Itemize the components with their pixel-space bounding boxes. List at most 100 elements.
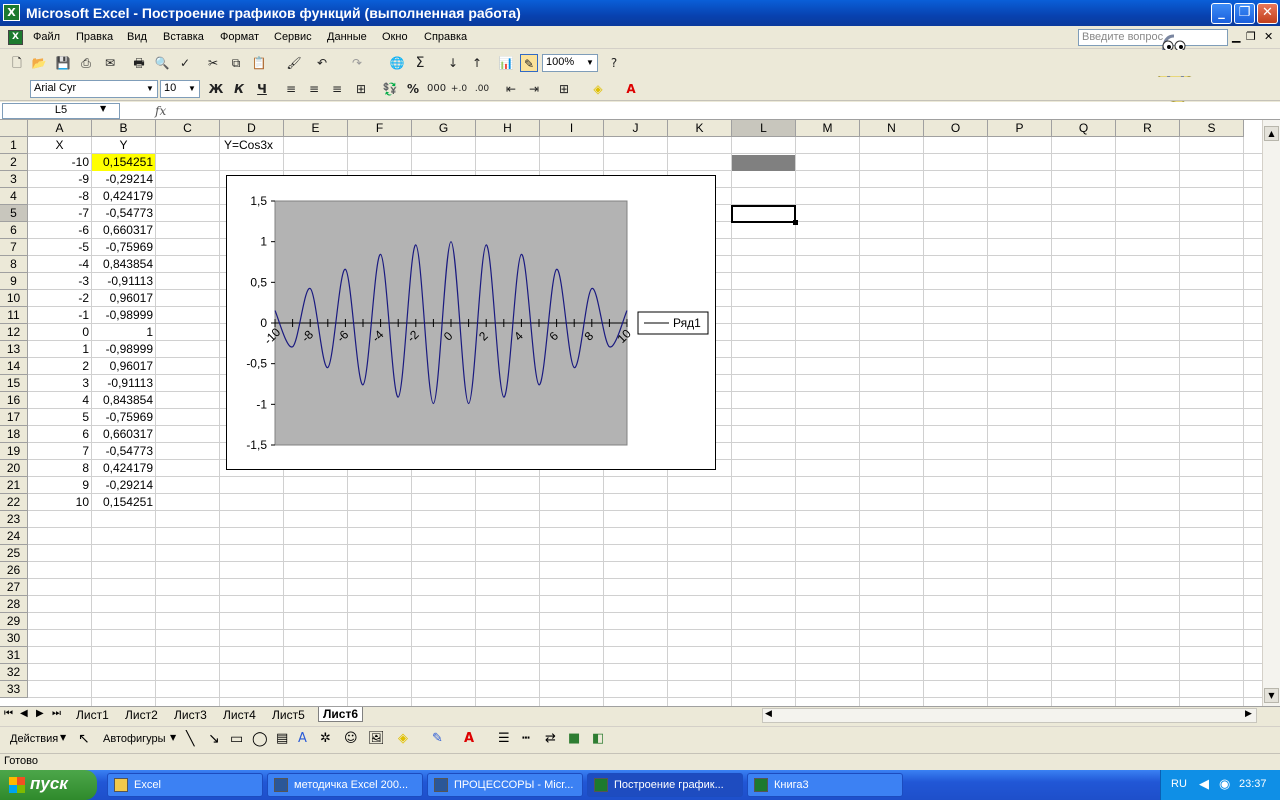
cell-b5[interactable]: -0,54773 (92, 205, 155, 222)
column-header-a[interactable]: A (28, 120, 92, 137)
draw-actions-menu[interactable]: Действия (10, 733, 58, 745)
cell-b11[interactable]: -0,98999 (92, 307, 155, 324)
sort-descending-icon[interactable]: ↑ (468, 54, 486, 72)
select-all-corner[interactable] (0, 120, 28, 137)
cell-b13[interactable]: -0,98999 (92, 341, 155, 358)
row-header-21[interactable]: 21 (0, 477, 28, 494)
cell-a3[interactable]: -9 (28, 171, 91, 188)
doc-minimize-icon[interactable]: ▁ (1232, 30, 1240, 43)
chevron-down-icon[interactable]: ▼ (186, 82, 198, 96)
column-header-i[interactable]: I (540, 120, 604, 137)
font-color-icon[interactable]: A (464, 731, 474, 746)
increase-indent-icon[interactable]: ⇥ (525, 80, 543, 98)
scroll-left-icon[interactable]: ◀ (765, 709, 772, 719)
row-header-17[interactable]: 17 (0, 409, 28, 426)
drawing-icon[interactable]: ✎ (520, 54, 538, 72)
sheet-tab-3[interactable]: Лист3 (174, 708, 207, 722)
sort-ascending-icon[interactable]: ↓ (444, 54, 462, 72)
cell-b1[interactable]: Y (92, 137, 155, 154)
font-color-icon[interactable]: A (622, 80, 640, 98)
oval-icon[interactable]: ◯ (252, 731, 268, 747)
row-header-5[interactable]: 5 (0, 205, 28, 222)
underline-button[interactable]: Ч (253, 80, 271, 98)
row-header-24[interactable]: 24 (0, 528, 28, 545)
cell-a6[interactable]: -6 (28, 222, 91, 239)
format-painter-icon[interactable]: 🖌 (285, 54, 303, 72)
column-header-g[interactable]: G (412, 120, 476, 137)
menu-window[interactable]: Окно (382, 31, 408, 43)
currency-icon[interactable]: 💱 (381, 80, 399, 98)
worksheet-grid[interactable]: ABCDEFGHIJKLMNOPQRS 1 2 3 4 5 6 7 8 9 10 11 12 13 14 1… (0, 120, 1262, 706)
chevron-down-icon[interactable]: ▼ (100, 104, 106, 113)
percent-button[interactable]: % (404, 80, 422, 98)
column-header-o[interactable]: O (924, 120, 988, 137)
sheet-tab-2[interactable]: Лист2 (125, 708, 158, 722)
fill-color-icon[interactable]: ◈ (398, 731, 408, 746)
cell-b9[interactable]: -0,91113 (92, 273, 155, 290)
rectangle-icon[interactable]: ▭ (230, 731, 243, 747)
cell-a10[interactable]: -2 (28, 290, 91, 307)
prev-sheet-icon[interactable]: ◀ (20, 708, 28, 719)
column-header-d[interactable]: D (220, 120, 284, 137)
scroll-up-icon[interactable]: ▲ (1264, 126, 1279, 141)
new-document-icon[interactable]: 🗋 (8, 54, 26, 72)
menu-tools[interactable]: Сервис (274, 31, 312, 43)
decrease-decimal-icon[interactable]: .00 (473, 80, 491, 98)
row-header-10[interactable]: 10 (0, 290, 28, 307)
column-header-k[interactable]: K (668, 120, 732, 137)
cell-a15[interactable]: 3 (28, 375, 91, 392)
wordart-icon[interactable]: A (298, 731, 307, 746)
cell-b14[interactable]: 0,96017 (92, 358, 155, 375)
row-header-19[interactable]: 19 (0, 443, 28, 460)
select-objects-icon[interactable]: ↖ (78, 731, 90, 747)
cell-a11[interactable]: -1 (28, 307, 91, 324)
menu-insert[interactable]: Вставка (163, 31, 204, 43)
cell-a5[interactable]: -7 (28, 205, 91, 222)
print-icon[interactable]: 🖶 (130, 54, 148, 72)
doc-close-icon[interactable]: ✕ (1264, 30, 1273, 43)
scroll-right-icon[interactable]: ▶ (1245, 709, 1252, 719)
arrow-icon[interactable]: ↘ (208, 731, 220, 747)
sheet-tab-6-active[interactable]: Лист6 (318, 707, 364, 722)
hyperlink-icon[interactable]: 🌐 (388, 54, 406, 72)
cell-b20[interactable]: 0,424179 (92, 460, 155, 477)
cell-b18[interactable]: 0,660317 (92, 426, 155, 443)
cell-b21[interactable]: -0,29214 (92, 477, 155, 494)
cell-a14[interactable]: 2 (28, 358, 91, 375)
row-header-3[interactable]: 3 (0, 171, 28, 188)
cell-a18[interactable]: 6 (28, 426, 91, 443)
chart-wizard-icon[interactable]: 📊 (497, 54, 515, 72)
dash-style-icon[interactable]: ┅ (522, 731, 530, 746)
column-header-r[interactable]: R (1116, 120, 1180, 137)
workbook-icon[interactable]: X (8, 30, 23, 45)
chevron-down-icon[interactable]: ▼ (170, 733, 176, 742)
taskbar-item-excel-folder[interactable]: Excel (107, 773, 263, 797)
cell-a21[interactable]: 9 (28, 477, 91, 494)
line-color-icon[interactable]: ✎ (432, 731, 443, 746)
column-header-s[interactable]: S (1180, 120, 1244, 137)
row-header-12[interactable]: 12 (0, 324, 28, 341)
cell-b6[interactable]: 0,660317 (92, 222, 155, 239)
increase-decimal-icon[interactable]: +.0 (450, 80, 468, 98)
cell-b16[interactable]: 0,843854 (92, 392, 155, 409)
first-sheet-icon[interactable]: ⏮ (4, 708, 13, 719)
row-header-25[interactable]: 25 (0, 545, 28, 562)
column-header-m[interactable]: M (796, 120, 860, 137)
cell-a8[interactable]: -4 (28, 256, 91, 273)
last-sheet-icon[interactable]: ⏭ (52, 708, 61, 719)
insert-function-icon[interactable]: fx (155, 104, 166, 118)
redo-icon[interactable]: ↷ (348, 54, 366, 72)
taskbar-item-active-excel[interactable]: Построение график... (587, 773, 743, 797)
next-sheet-icon[interactable]: ▶ (36, 708, 44, 719)
cell-b8[interactable]: 0,843854 (92, 256, 155, 273)
menu-data[interactable]: Данные (327, 31, 367, 43)
row-header-14[interactable]: 14 (0, 358, 28, 375)
column-header-h[interactable]: H (476, 120, 540, 137)
italic-button[interactable]: К (230, 80, 248, 98)
chevron-down-icon[interactable]: ▼ (60, 733, 66, 742)
row-header-13[interactable]: 13 (0, 341, 28, 358)
column-header-e[interactable]: E (284, 120, 348, 137)
cell-a12[interactable]: 0 (28, 324, 91, 341)
column-header-q[interactable]: Q (1052, 120, 1116, 137)
merge-center-icon[interactable]: ⊞ (352, 80, 370, 98)
